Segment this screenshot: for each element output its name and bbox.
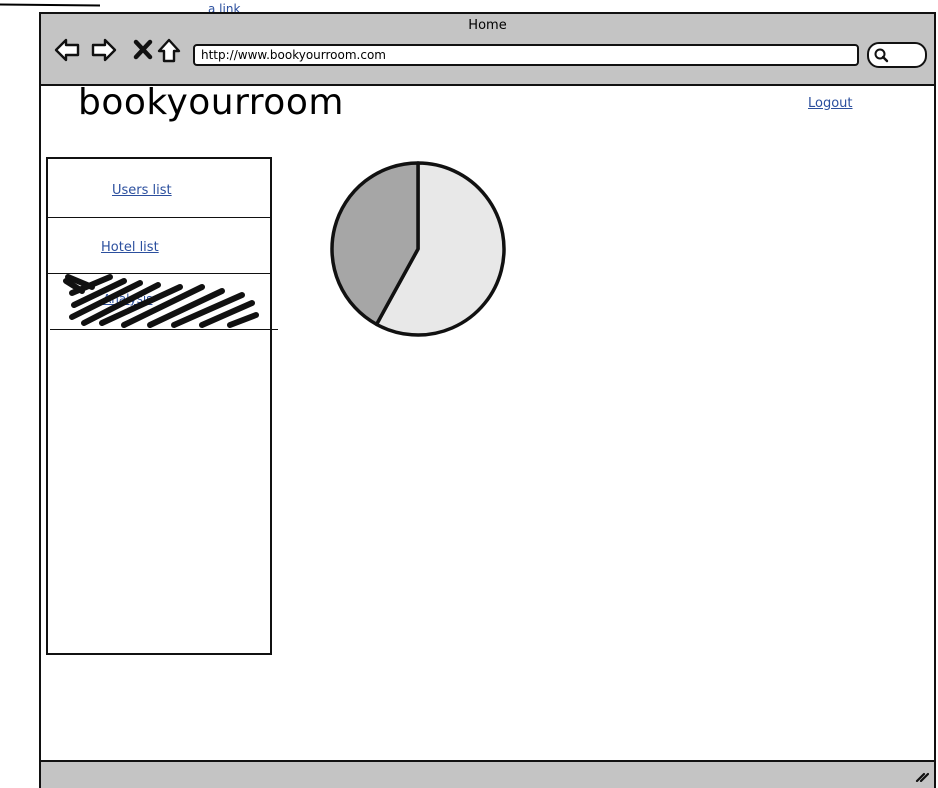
sidebar-divider [50,329,278,330]
site-logo: bookyourroom [78,82,344,123]
sidebar-item-label[interactable]: Users list [112,183,172,198]
pie-chart [330,161,506,337]
browser-search-button[interactable] [867,42,927,68]
browser-statusbar [41,760,934,788]
sidebar-item-hotel-list[interactable]: Hotel list [48,217,270,273]
forward-arrow-icon[interactable] [90,36,118,64]
browser-window: Home http://www.bookyourroom.com bookyou… [39,12,936,788]
home-icon[interactable] [155,36,183,64]
address-bar[interactable]: http://www.bookyourroom.com [193,44,859,66]
scribble-overlay [63,274,259,328]
browser-titlebar: Home http://www.bookyourroom.com [41,14,934,86]
stop-icon[interactable] [129,36,157,64]
logout-link[interactable]: Logout [808,96,853,111]
sidebar-item-label[interactable]: Hotel list [101,240,159,255]
resize-grip-icon[interactable] [915,768,929,782]
back-arrow-icon[interactable] [53,36,81,64]
stray-sketch-line [0,3,101,7]
sidebar-item-users-list[interactable]: Users list [48,159,270,215]
sidebar-nav: Users list Hotel list Analysis [46,157,278,655]
search-icon [874,48,889,63]
window-title: Home [468,18,507,33]
sidebar-item-analysis[interactable]: Analysis [48,273,270,329]
